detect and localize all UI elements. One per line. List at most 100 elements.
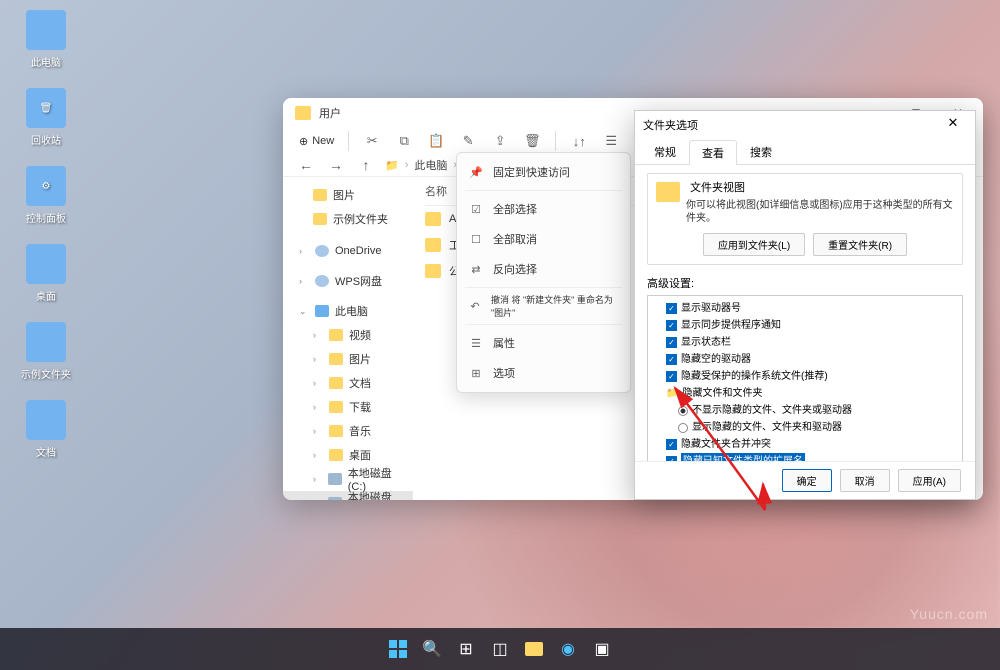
tree-item-hide-extensions[interactable]: ✓隐藏已知文件类型的扩展名 <box>654 453 956 461</box>
tree-item[interactable]: ✓显示同步提供程序通知 <box>654 317 956 334</box>
pin-icon: 📌 <box>469 165 483 179</box>
dialog-close-button[interactable]: ✕ <box>939 115 967 135</box>
control-panel-icon: ⚙ <box>26 166 66 206</box>
folder-icon <box>425 264 441 278</box>
checkbox-icon[interactable]: ✓ <box>666 371 677 382</box>
folder-icon <box>26 244 66 284</box>
ctx-pin[interactable]: 📌固定到快速访问 <box>457 157 630 187</box>
apply-to-folders-button[interactable]: 应用到文件夹(L) <box>703 233 805 256</box>
tree-item[interactable]: ✓隐藏受保护的操作系统文件(推荐) <box>654 368 956 385</box>
sidebar-item-onedrive[interactable]: ›OneDrive <box>283 239 413 263</box>
new-button[interactable]: ⊕ New <box>295 128 338 154</box>
paste-button[interactable]: 📋 <box>423 128 449 154</box>
edge-taskbar-icon[interactable]: ◉ <box>554 635 582 663</box>
reset-folders-button[interactable]: 重置文件夹(R) <box>813 233 907 256</box>
desktop-icon-panel[interactable]: ⚙控制面板 <box>16 166 76 225</box>
folder-icon <box>313 213 327 225</box>
back-button[interactable]: ← <box>295 154 317 176</box>
search-button[interactable]: 🔍 <box>418 635 446 663</box>
checkbox-icon[interactable]: ✓ <box>666 439 677 450</box>
cut-button[interactable]: ✂ <box>359 128 385 154</box>
watermark: Yuucn.com <box>910 606 988 622</box>
folder-options-dialog: 文件夹选项 ✕ 常规 查看 搜索 文件夹视图 你可以将此视图(如详细信息或图标)… <box>634 110 976 500</box>
desktop-icon-folder3[interactable]: 文档 <box>16 400 76 459</box>
onedrive-icon <box>315 245 329 257</box>
checkbox-icon[interactable]: ✓ <box>666 354 677 365</box>
ctx-undo[interactable]: ↶撤消 将 "新建文件夹" 重命名为 "图片" <box>457 291 630 321</box>
pc-icon <box>315 305 329 317</box>
widgets-button[interactable]: ◫ <box>486 635 514 663</box>
sidebar-item[interactable]: ›桌面 <box>283 443 413 467</box>
tree-item[interactable]: ✓隐藏空的驱动器 <box>654 351 956 368</box>
forward-button[interactable]: → <box>325 154 347 176</box>
tree-item-folder[interactable]: 📁隐藏文件和文件夹 <box>654 385 956 402</box>
tab-search[interactable]: 搜索 <box>737 139 785 164</box>
ctx-select-none[interactable]: ☐全部取消 <box>457 224 630 254</box>
folder-icon: 📁 <box>666 385 678 402</box>
checkbox-icon[interactable]: ✓ <box>666 337 677 348</box>
checkbox-icon[interactable]: ✓ <box>666 320 677 331</box>
cancel-button[interactable]: 取消 <box>840 469 890 492</box>
desktop-icon-pc[interactable]: 此电脑 <box>16 10 76 69</box>
sidebar-item[interactable]: ›图片 <box>283 347 413 371</box>
drive-icon <box>328 497 342 500</box>
sidebar-item[interactable]: 示例文件夹 <box>283 207 413 231</box>
folder-icon <box>26 322 66 362</box>
sidebar-item-drive-d[interactable]: ›本地磁盘 (D:) <box>283 491 413 500</box>
tree-item[interactable]: ✓显示状态栏 <box>654 334 956 351</box>
select-all-icon: ☑ <box>469 202 483 216</box>
advanced-settings-tree[interactable]: ✓显示驱动器号 ✓显示同步提供程序通知 ✓显示状态栏 ✓隐藏空的驱动器 ✓隐藏受… <box>647 295 963 461</box>
tree-item[interactable]: ✓显示驱动器号 <box>654 300 956 317</box>
radio-icon[interactable] <box>678 423 688 433</box>
invert-icon: ⇄ <box>469 262 483 276</box>
sidebar-item-drive-c[interactable]: ›本地磁盘 (C:) <box>283 467 413 491</box>
folder-icon <box>26 400 66 440</box>
ctx-properties[interactable]: ☰属性 <box>457 328 630 358</box>
checkbox-icon[interactable]: ✓ <box>666 303 677 314</box>
desktop-icon-bin[interactable]: 🗑回收站 <box>16 88 76 147</box>
folder-icon: 📁 <box>385 159 399 172</box>
options-icon: ⊞ <box>469 366 483 380</box>
desktop-folder-icon <box>329 449 343 461</box>
context-menu: 📌固定到快速访问 ☑全部选择 ☐全部取消 ⇄反向选择 ↶撤消 将 "新建文件夹"… <box>456 152 631 393</box>
sort-button[interactable]: ↓↑ <box>566 128 592 154</box>
share-button[interactable]: ⇪ <box>487 128 513 154</box>
rename-button[interactable]: ✎ <box>455 128 481 154</box>
sidebar-item-wps[interactable]: ›WPS网盘 <box>283 269 413 293</box>
apply-button[interactable]: 应用(A) <box>898 469 961 492</box>
sidebar-item[interactable]: ›视频 <box>283 323 413 347</box>
tab-view[interactable]: 查看 <box>689 140 737 165</box>
video-icon <box>329 329 343 341</box>
downloads-icon <box>329 401 343 413</box>
explorer-taskbar-icon[interactable] <box>520 635 548 663</box>
ctx-invert[interactable]: ⇄反向选择 <box>457 254 630 284</box>
music-icon <box>329 425 343 437</box>
view-button[interactable]: ☰ <box>598 128 624 154</box>
tree-item[interactable]: ✓隐藏文件夹合并冲突 <box>654 436 956 453</box>
up-button[interactable]: ↑ <box>355 154 377 176</box>
copy-button[interactable]: ⧉ <box>391 128 417 154</box>
tree-item[interactable]: 不显示隐藏的文件、文件夹或驱动器 <box>654 402 956 419</box>
radio-icon[interactable] <box>678 406 688 416</box>
desktop-icon-folder1[interactable]: 桌面 <box>16 244 76 303</box>
ctx-options[interactable]: ⊞选项 <box>457 358 630 388</box>
sidebar-item[interactable]: ›音乐 <box>283 419 413 443</box>
wps-icon <box>315 275 329 287</box>
sidebar-item[interactable]: ›文档 <box>283 371 413 395</box>
ok-button[interactable]: 确定 <box>782 469 832 492</box>
sidebar-item[interactable]: 图片 <box>283 183 413 207</box>
ctx-select-all[interactable]: ☑全部选择 <box>457 194 630 224</box>
delete-button[interactable]: 🗑 <box>519 128 545 154</box>
pictures-icon <box>329 353 343 365</box>
dialog-footer: 确定 取消 应用(A) <box>635 461 975 499</box>
tree-item[interactable]: 显示隐藏的文件、文件夹和驱动器 <box>654 419 956 436</box>
sidebar-item[interactable]: ›下载 <box>283 395 413 419</box>
folder-icon <box>425 238 441 252</box>
app-taskbar-icon[interactable]: ▣ <box>588 635 616 663</box>
desktop-icon-folder2[interactable]: 示例文件夹 <box>16 322 76 381</box>
advanced-label: 高级设置: <box>647 275 963 291</box>
task-view-button[interactable]: ⊞ <box>452 635 480 663</box>
tab-general[interactable]: 常规 <box>641 139 689 164</box>
sidebar-item-pc[interactable]: ⌄此电脑 <box>283 299 413 323</box>
start-button[interactable] <box>384 635 412 663</box>
